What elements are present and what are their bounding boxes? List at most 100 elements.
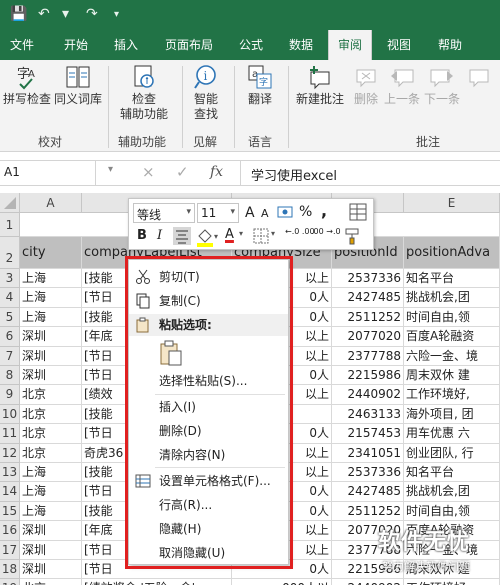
save-icon[interactable]: 💾 [10,6,27,22]
formula-input[interactable]: 学习使用excel [240,161,500,185]
menu-item-delete[interactable]: 删除(D) [129,420,288,442]
table-cell[interactable]: 海外项目, 团 [404,404,500,425]
format-painter-icon[interactable] [343,227,361,245]
customize-qa-icon[interactable]: ▾ [114,9,119,20]
row-header[interactable]: 4 [0,288,20,308]
row-header[interactable]: 1 [0,213,20,237]
tab-data[interactable]: 数据 [280,30,322,60]
next-comment-button[interactable]: 下一条 [422,64,462,107]
row-header[interactable]: 5 [0,307,20,328]
tab-home[interactable]: 开始 [52,30,100,60]
align-center-icon[interactable] [173,227,191,245]
header-cell[interactable]: city [20,237,82,269]
table-cell[interactable]: 北京 [20,404,82,425]
font-color-icon[interactable]: A [225,227,234,242]
row-header[interactable]: 17 [0,540,20,560]
fx-icon[interactable]: fx [210,164,223,180]
chevron-down-icon[interactable]: ▾ [239,229,243,238]
table-cell[interactable]: 上海 [20,463,82,483]
shrink-font-icon[interactable]: A [261,207,269,220]
table-cell[interactable]: 上海 [20,269,82,289]
row-header[interactable]: 6 [0,327,20,347]
paste-button[interactable] [159,340,185,368]
borders-icon[interactable] [253,228,271,246]
menu-item-clear-contents[interactable]: 清除内容(N) [129,444,288,466]
menu-item-format-cells[interactable]: 设置单元格格式(F)... [129,470,288,492]
table-cell[interactable]: 挑战机会,团 [404,482,500,502]
menu-item-cut[interactable]: 剪切(T) [129,266,288,288]
menu-item-row-height[interactable]: 行高(R)... [129,494,288,516]
table-cell[interactable]: [绩效奖金,'五险一金' [82,579,232,585]
undo-dropdown-icon[interactable]: ▾ [62,6,69,22]
table-cell[interactable]: 2427485 [332,288,404,308]
table-cell[interactable]: 时间自由,领 [404,501,500,522]
table-cell[interactable]: 时间自由,领 [404,307,500,328]
tab-formulas[interactable]: 公式 [230,30,272,60]
row-header[interactable]: 11 [0,424,20,444]
confirm-icon[interactable]: ✓ [176,163,189,181]
tab-help[interactable]: 帮助 [428,30,472,60]
table-cell[interactable]: 工作环境好, [404,385,500,405]
smart-lookup-button[interactable]: i 智能 查找 [186,64,226,122]
tab-file[interactable]: 文件 [0,30,44,60]
table-cell[interactable]: 2341051 [332,443,404,463]
namebox-dropdown-icon[interactable]: ▾ [108,164,113,175]
table-cell[interactable]: 北京 [20,424,82,444]
tab-review[interactable]: 审阅 [328,30,372,60]
tab-view[interactable]: 视图 [378,30,420,60]
row-header[interactable]: 16 [0,521,20,541]
delete-comment-button[interactable]: 删除 [350,64,382,107]
table-cell[interactable]: 深圳 [20,560,82,580]
table-cell[interactable]: 上海 [20,288,82,308]
table-cell[interactable]: 2077020 [332,327,404,347]
row-header[interactable]: 2 [0,237,20,269]
tab-page-layout[interactable]: 页面布局 [156,30,222,60]
comma-style-icon[interactable]: , [321,201,327,220]
row-header[interactable]: 10 [0,404,20,425]
row-header[interactable]: 19 [0,579,20,585]
table-cell[interactable]: 北京 [20,579,82,585]
table-cell[interactable]: 知名平台 [404,269,500,289]
table-cell[interactable]: 北京 [20,443,82,463]
cancel-icon[interactable]: × [142,163,155,181]
previous-comment-button[interactable]: 上一条 [382,64,422,107]
italic-icon[interactable]: I [157,228,162,243]
table-cell[interactable]: 深圳 [20,521,82,541]
table-cell[interactable]: 六险一金、境 [404,346,500,366]
menu-item-insert[interactable]: 插入(I) [129,396,288,418]
percent-style-icon[interactable]: % [299,204,312,220]
table-cell[interactable]: 2511252 [332,307,404,328]
undo-icon[interactable]: ↶ [38,6,50,22]
redo-icon[interactable]: ↷ [86,6,98,22]
row-header[interactable]: 14 [0,482,20,502]
table-cell[interactable]: 2463133 [332,404,404,425]
check-accessibility-button[interactable]: 检查 辅助功能 [114,64,174,122]
decrease-decimal-icon[interactable]: .00 →.0 [311,227,341,236]
column-header-e[interactable]: E [404,193,500,213]
show-comment-button[interactable] [466,64,496,92]
name-box[interactable]: A1 [0,161,96,185]
row-header[interactable]: 9 [0,385,20,405]
tab-insert[interactable]: 插入 [104,30,148,60]
table-cell[interactable]: 2537336 [332,463,404,483]
font-size-box[interactable]: 11 ▾ [197,203,239,223]
row-header[interactable]: 7 [0,346,20,366]
table-cell[interactable]: 2157453 [332,424,404,444]
table-cell[interactable]: 上海 [20,501,82,522]
menu-item-hide[interactable]: 隐藏(H) [129,518,288,540]
grow-font-icon[interactable]: A [245,205,255,221]
table-cell[interactable]: 创业团队, 行 [404,443,500,463]
fill-color-icon[interactable]: ▾ [195,227,219,247]
table-cell[interactable]: 深圳 [20,327,82,347]
table-cell[interactable]: 上海 [20,307,82,328]
menu-item-unhide[interactable]: 取消隐藏(U) [129,542,288,564]
table-cell[interactable]: 2215986 [332,366,404,386]
row-header[interactable]: 15 [0,501,20,522]
chevron-down-icon[interactable]: ▾ [271,229,275,238]
row-header[interactable]: 3 [0,269,20,289]
new-comment-button[interactable]: 新建批注 [292,64,348,107]
table-cell[interactable]: 用车优惠 六 [404,424,500,444]
table-cell[interactable]: 百度A轮融资 [404,327,500,347]
bold-icon[interactable]: B [137,228,147,243]
table-cell[interactable]: 深圳 [20,366,82,386]
